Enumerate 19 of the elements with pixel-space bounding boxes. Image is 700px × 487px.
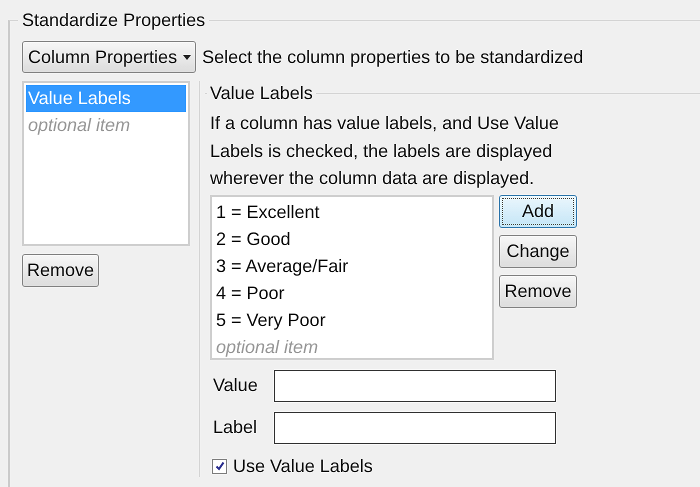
field-label: Value [213,375,259,396]
action-button[interactable]: Add [499,194,577,228]
action-button[interactable]: Change [499,234,577,268]
input-field[interactable] [274,370,556,402]
field-label: Label [213,417,258,438]
value-label-item[interactable]: 4 = Poor [214,280,490,306]
value-label-item[interactable]: 2 = Good [214,226,490,252]
action-button[interactable]: Remove [499,274,577,308]
dropdown-hint: Select the column properties to be standardized [202,46,584,68]
value-label-item[interactable]: 1 = Excellent [214,198,490,226]
column-properties-dropdown[interactable]: Column Properties [22,41,196,73]
remove-button[interactable]: Remove [22,254,100,287]
checkbox-label: Use Value Labels [233,456,373,476]
value-label-item[interactable]: 5 = Very Poor [214,306,490,334]
description-text: If a column has value labels, and Use Value Labels is checked, the labels are displayed wherever the column data are displayed. [210,112,560,190]
input-field[interactable] [274,412,556,444]
value-label-item[interactable]: 3 = Average/Fair [214,252,490,280]
checkbox[interactable] [212,458,227,474]
caret-icon [183,54,192,60]
